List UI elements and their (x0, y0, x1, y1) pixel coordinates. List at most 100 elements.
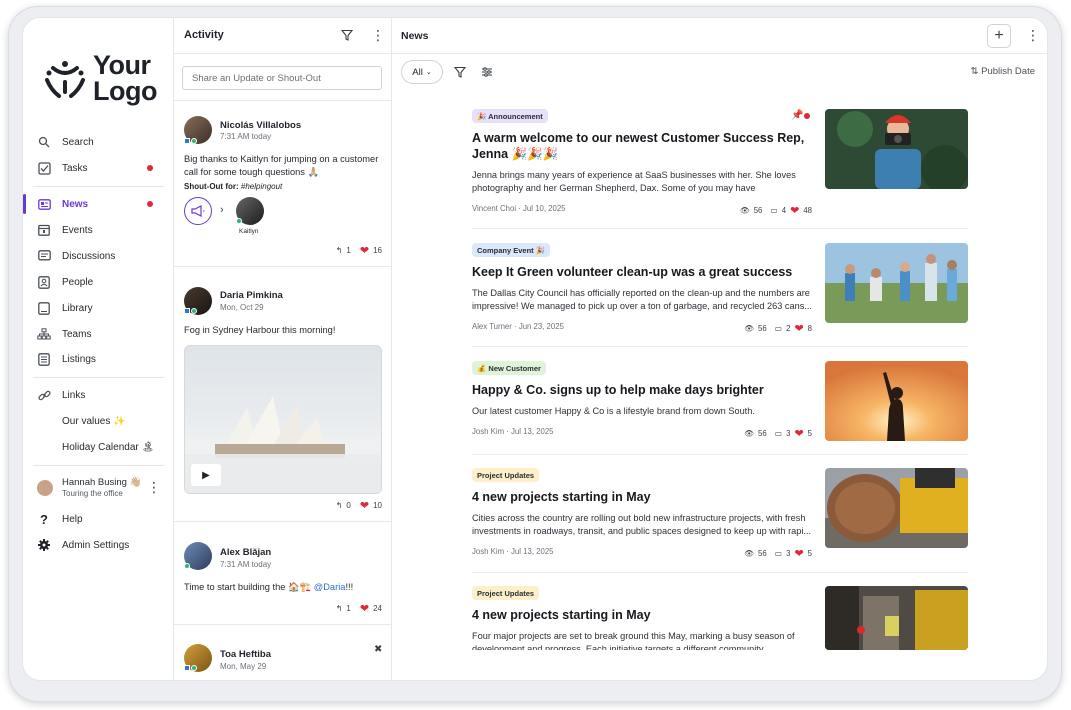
news-card-title[interactable]: 4 new projects starting in May (472, 489, 812, 505)
category-badge: 💰 New Customer (472, 361, 546, 375)
news-card-image[interactable] (825, 361, 968, 441)
unread-dot (147, 201, 153, 207)
news-divider (472, 572, 968, 573)
add-news-button[interactable]: + (987, 24, 1011, 48)
post-author[interactable]: Nicolás Villalobos (220, 120, 301, 131)
reply-icon[interactable]: ↰ (336, 501, 343, 510)
news-card-stats: 👁 56 ▭ 2 ❤ 8 (744, 322, 812, 335)
activity-post: Daria Pimkina Mon, Oct 29 Fog in Sydney … (174, 266, 391, 521)
heart-icon[interactable]: ❤ (360, 602, 369, 615)
like-count: 48 (803, 206, 812, 215)
news-card-title[interactable]: 4 new projects starting in May (472, 607, 812, 623)
post-text: Big thanks to Kaitlyn for jumping on a c… (184, 154, 379, 177)
view-count: 56 (758, 549, 767, 558)
news-card-image[interactable] (825, 109, 968, 189)
heart-icon[interactable]: ❤ (794, 322, 803, 335)
post-video[interactable]: ▶ (184, 345, 382, 494)
heart-icon[interactable]: ❤ (794, 547, 803, 560)
shoutout-tag[interactable]: #helpingout (241, 182, 282, 191)
mention-link[interactable]: @Daria (314, 582, 346, 592)
gear-icon (37, 538, 51, 552)
news-header: News + ⋮ (392, 18, 1047, 54)
news-card[interactable]: Project Updates 4 new projects starting … (472, 586, 968, 680)
sidebar-item-listings[interactable]: Listings (23, 347, 173, 371)
eye-icon: 👁 (744, 549, 755, 558)
news-card[interactable]: 🎉 Announcement 📌 A warm welcome to our n… (472, 109, 968, 219)
play-icon[interactable]: ▶ (191, 464, 221, 486)
current-user[interactable]: Hannah Busing 👋🏼 Touring the office ⋮ (37, 476, 167, 504)
pin-icon[interactable]: 📌 (791, 110, 803, 121)
share-update-input[interactable]: Share an Update or Shout-Out (182, 66, 382, 90)
sidebar-item-help[interactable]: ? Help (23, 507, 173, 531)
post-time: Mon, May 29 (220, 662, 267, 671)
post-author[interactable]: Toa Heftiba (220, 649, 271, 660)
heart-icon[interactable]: ❤ (360, 499, 369, 512)
sidebar-item-people[interactable]: People (23, 270, 173, 294)
news-card[interactable]: Company Event 🎉 Keep It Green volunteer … (472, 243, 968, 343)
sidebar-link-our-values[interactable]: Our values ✨ (23, 409, 173, 433)
post-author[interactable]: Daria Pimkina (220, 290, 283, 301)
news-card-image[interactable] (825, 468, 968, 548)
news-card-title[interactable]: Happy & Co. signs up to help make days b… (472, 382, 812, 398)
sidebar-item-library[interactable]: Library (23, 296, 173, 320)
company-logo[interactable]: Your Logo (41, 52, 161, 108)
sliders-icon[interactable] (481, 66, 493, 78)
post-time: Mon, Oct 29 (220, 303, 264, 312)
close-icon[interactable]: ✖ (374, 644, 382, 655)
news-date: Jul 13, 2025 (511, 427, 554, 436)
sidebar-item-label: Listings (62, 353, 96, 365)
eye-icon: 👁 (744, 324, 755, 333)
megaphone-icon (184, 197, 212, 225)
news-card-title[interactable]: Keep It Green volunteer clean-up was a g… (472, 264, 812, 280)
news-card[interactable]: 💰 New Customer Happy & Co. signs up to h… (472, 361, 968, 443)
news-card-title[interactable]: A warm welcome to our newest Customer Su… (472, 130, 812, 162)
sidebar-item-admin-settings[interactable]: Admin Settings (23, 533, 173, 557)
filter-all-dropdown[interactable]: All ⌄ (401, 60, 443, 84)
online-indicator (191, 308, 197, 314)
reply-icon[interactable]: ↰ (336, 246, 343, 255)
filter-all-label: All (412, 66, 423, 78)
news-card-image[interactable] (825, 586, 968, 650)
sidebar-link-holiday-calendar[interactable]: Holiday Calendar 🏝 (23, 435, 173, 459)
heart-icon[interactable]: ❤ (794, 427, 803, 440)
like-count: 16 (373, 246, 382, 255)
sort-icon: ⇅ (970, 66, 979, 77)
sidebar-item-news[interactable]: News (23, 192, 173, 216)
news-card-excerpt: Four major projects are set to break gro… (472, 631, 795, 650)
filter-icon[interactable] (454, 66, 466, 78)
sidebar-item-links[interactable]: Links (23, 383, 173, 407)
heart-icon[interactable]: ❤ (790, 204, 799, 217)
news-card-image[interactable] (825, 243, 968, 323)
listings-icon (37, 352, 51, 366)
online-indicator (184, 563, 190, 569)
heart-icon[interactable]: ❤ (360, 244, 369, 257)
sidebar-item-teams[interactable]: Teams (23, 322, 173, 346)
post-author[interactable]: Alex Blăjan (220, 547, 271, 558)
sidebar: Your Logo Search Tasks News Events Discu… (23, 18, 174, 680)
reply-icon[interactable]: ↰ (336, 604, 343, 613)
filter-icon[interactable] (341, 29, 353, 41)
shoutout-label: Shout-Out for: (184, 182, 239, 191)
logo-mark-icon (45, 61, 85, 98)
news-date: Jul 13, 2025 (511, 547, 554, 556)
comment-count: 3 (786, 429, 791, 438)
sidebar-item-discussions[interactable]: Discussions (23, 244, 173, 268)
sort-publish-date[interactable]: ⇅ Publish Date (971, 66, 1035, 77)
user-name: Hannah Busing 👋🏼 (62, 477, 142, 488)
online-indicator (191, 138, 197, 144)
chevron-down-icon: ⌄ (425, 69, 432, 76)
news-card-byline: Alex Turner · Jun 23, 2025 (472, 322, 564, 331)
sidebar-item-events[interactable]: Events (23, 218, 173, 242)
more-options-icon[interactable]: ⋮ (1026, 28, 1040, 42)
more-options-icon[interactable]: ⋮ (147, 480, 161, 494)
sidebar-item-tasks[interactable]: Tasks (23, 156, 173, 180)
sidebar-link-label: Our values ✨ (62, 415, 126, 427)
news-author: Alex Turner (472, 322, 512, 331)
category-badge: Project Updates (472, 586, 540, 600)
online-indicator (191, 665, 197, 671)
sidebar-item-search[interactable]: Search (23, 130, 173, 154)
more-options-icon[interactable]: ⋮ (371, 28, 385, 42)
news-divider (472, 454, 968, 455)
news-card[interactable]: Project Updates 4 new projects starting … (472, 468, 968, 563)
sidebar-divider (33, 186, 164, 187)
